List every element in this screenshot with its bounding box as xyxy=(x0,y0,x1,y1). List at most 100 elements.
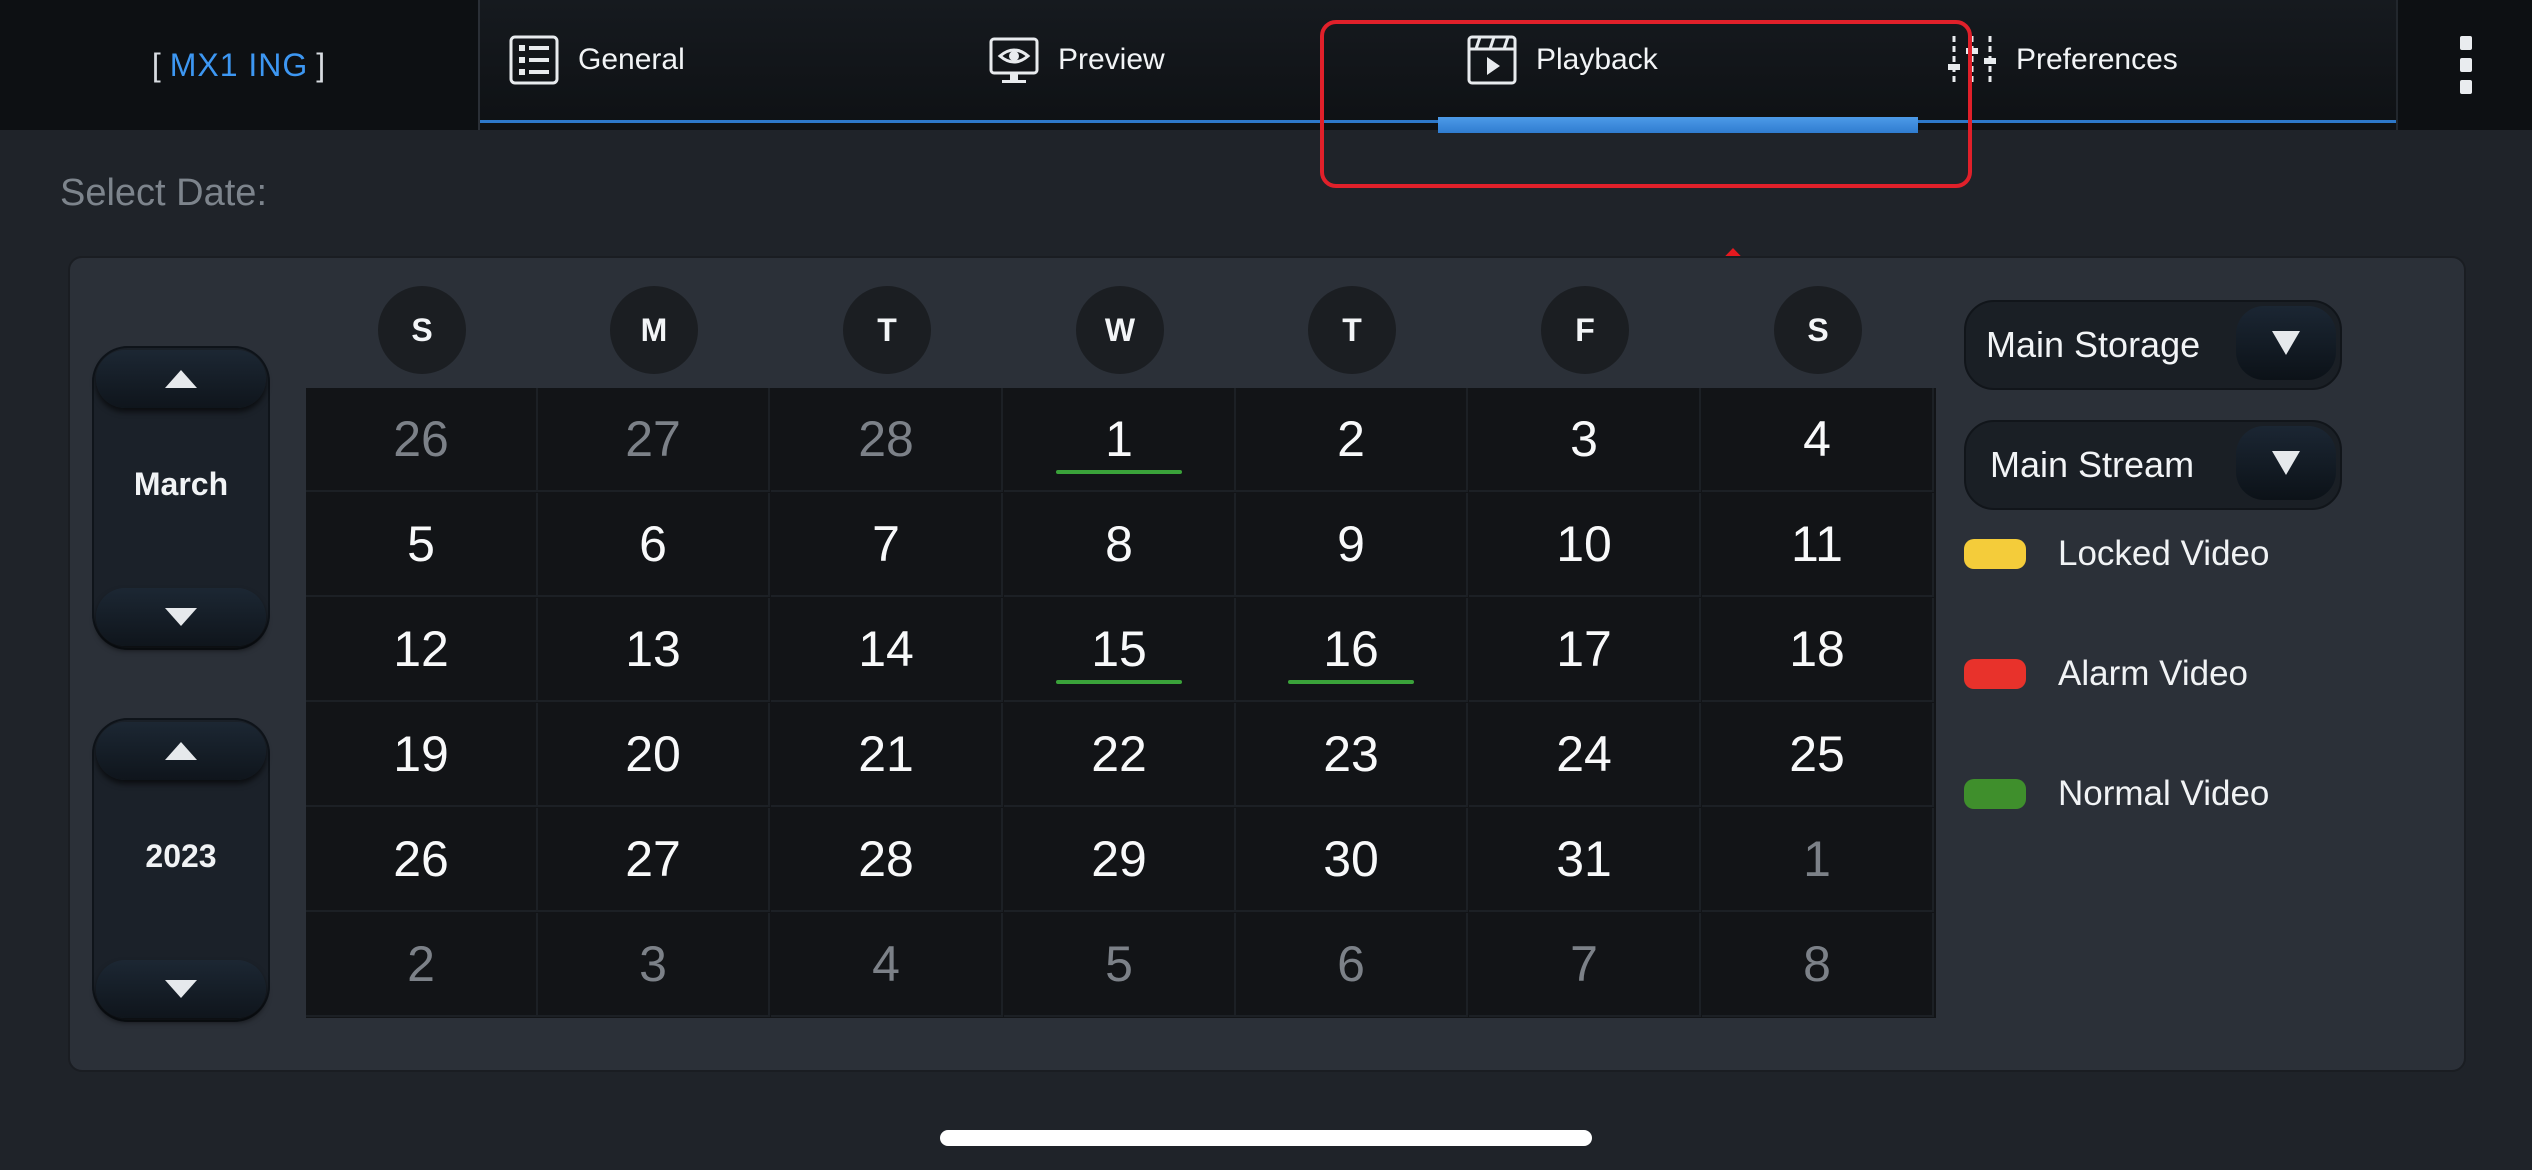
weekday-label: W xyxy=(1076,286,1164,374)
month-stepper: March xyxy=(92,346,270,650)
calendar-day-number: 10 xyxy=(1556,516,1612,572)
calendar-grid: 26 27 28 1 2 3 4 5 6 7 8 9 10 11 12 13 14 15 16 17 18 19 20 21 2… xyxy=(306,388,1936,1018)
chevron-down-icon xyxy=(165,608,197,626)
device-name[interactable]: [ MX1 ING ] xyxy=(0,0,480,130)
bracket-open: [ xyxy=(151,46,162,83)
calendar-day-number: 26 xyxy=(393,411,449,467)
calendar-day[interactable]: 19 xyxy=(306,703,538,807)
tab-general[interactable]: General xyxy=(508,0,685,120)
calendar-day[interactable]: 7 xyxy=(1469,913,1701,1017)
tab-preview[interactable]: Preview xyxy=(988,0,1165,120)
calendar-day[interactable]: 6 xyxy=(538,493,770,597)
calendar-day[interactable]: 26 xyxy=(306,808,538,912)
calendar-day-number: 5 xyxy=(1105,936,1133,992)
calendar-day[interactable]: 8 xyxy=(1702,913,1934,1017)
home-indicator xyxy=(940,1130,1592,1146)
calendar-day[interactable]: 3 xyxy=(538,913,770,1017)
calendar-day[interactable]: 4 xyxy=(771,913,1003,1017)
calendar-day-number: 22 xyxy=(1091,726,1147,782)
calendar-day-number: 29 xyxy=(1091,831,1147,887)
settings-grid-icon xyxy=(509,35,559,85)
calendar-day[interactable]: 27 xyxy=(538,808,770,912)
storage-dropdown-value: Main Storage xyxy=(1986,324,2201,365)
calendar-day[interactable]: 31 xyxy=(1469,808,1701,912)
calendar-day-number: 15 xyxy=(1091,621,1147,677)
calendar-day[interactable]: 15 xyxy=(1004,598,1236,702)
calendar-day[interactable]: 3 xyxy=(1469,388,1701,492)
year-stepper: 2023 xyxy=(92,718,270,1022)
calendar-day[interactable]: 10 xyxy=(1469,493,1701,597)
dropdown-arrow-icon[interactable] xyxy=(2236,306,2336,380)
calendar-day[interactable]: 17 xyxy=(1469,598,1701,702)
calendar-day[interactable]: 7 xyxy=(771,493,1003,597)
year-up-button[interactable] xyxy=(96,722,266,780)
calendar-day[interactable]: 16 xyxy=(1236,598,1468,702)
legend-label: Normal Video xyxy=(2058,774,2270,813)
calendar-day[interactable]: 13 xyxy=(538,598,770,702)
calendar-day[interactable]: 9 xyxy=(1236,493,1468,597)
weekday-label: M xyxy=(610,286,698,374)
calendar-day[interactable]: 4 xyxy=(1702,388,1934,492)
weekday-label: T xyxy=(843,286,931,374)
calendar-day[interactable]: 1 xyxy=(1004,388,1236,492)
calendar-day[interactable]: 22 xyxy=(1004,703,1236,807)
calendar-day[interactable]: 5 xyxy=(306,493,538,597)
calendar-day-number: 13 xyxy=(625,621,681,677)
legend-locked-video: Locked Video xyxy=(1964,534,2269,574)
tab-preferences[interactable]: Preferences xyxy=(1946,0,2178,120)
normal-video-marker xyxy=(1288,680,1414,684)
dropdown-arrow-icon[interactable] xyxy=(2236,426,2336,500)
calendar-day[interactable]: 23 xyxy=(1236,703,1468,807)
calendar-day[interactable]: 8 xyxy=(1004,493,1236,597)
calendar-day-number: 18 xyxy=(1789,621,1845,677)
stream-dropdown[interactable]: Main Stream xyxy=(1964,420,2342,510)
calendar-day-number: 4 xyxy=(1803,411,1831,467)
calendar-day-number: 26 xyxy=(393,831,449,887)
calendar-day[interactable]: 1 xyxy=(1702,808,1934,912)
calendar-day[interactable]: 27 xyxy=(538,388,770,492)
calendar-day-number: 1 xyxy=(1105,411,1133,467)
month-value: March xyxy=(133,466,229,502)
select-date-label: Select Date: xyxy=(60,172,267,214)
calendar-day-number: 20 xyxy=(625,726,681,782)
bracket-close: ] xyxy=(316,46,327,83)
normal-video-marker xyxy=(1056,680,1182,684)
year-down-button[interactable] xyxy=(96,960,266,1018)
calendar-day-number: 28 xyxy=(858,411,914,467)
weekday-label: S xyxy=(378,286,466,374)
calendar-day[interactable]: 24 xyxy=(1469,703,1701,807)
calendar-day[interactable]: 14 xyxy=(771,598,1003,702)
calendar-day[interactable]: 26 xyxy=(306,388,538,492)
calendar-day-number: 30 xyxy=(1323,831,1379,887)
calendar-day[interactable]: 20 xyxy=(538,703,770,807)
more-options-icon[interactable] xyxy=(2396,0,2532,130)
calendar-day[interactable]: 6 xyxy=(1236,913,1468,1017)
storage-dropdown[interactable]: Main Storage xyxy=(1964,300,2342,390)
calendar-day-number: 4 xyxy=(872,936,900,992)
calendar-day[interactable]: 25 xyxy=(1702,703,1934,807)
calendar-day[interactable]: 28 xyxy=(771,808,1003,912)
calendar-day-number: 14 xyxy=(858,621,914,677)
calendar-day-number: 27 xyxy=(625,831,681,887)
calendar-day[interactable]: 28 xyxy=(771,388,1003,492)
calendar-day[interactable]: 12 xyxy=(306,598,538,702)
chevron-up-icon xyxy=(165,370,197,388)
calendar-day[interactable]: 21 xyxy=(771,703,1003,807)
month-up-button[interactable] xyxy=(96,350,266,408)
legend-normal-video: Normal Video xyxy=(1964,774,2269,814)
calendar-day-number: 16 xyxy=(1323,621,1379,677)
calendar-day-number: 27 xyxy=(625,411,681,467)
tab-general-label: General xyxy=(578,43,685,76)
calendar-day[interactable]: 11 xyxy=(1702,493,1934,597)
calendar-day[interactable]: 2 xyxy=(1236,388,1468,492)
calendar-day[interactable]: 29 xyxy=(1004,808,1236,912)
calendar-day-number: 17 xyxy=(1556,621,1612,677)
calendar-day[interactable]: 18 xyxy=(1702,598,1934,702)
legend-swatch xyxy=(1964,539,2026,569)
calendar-day[interactable]: 30 xyxy=(1236,808,1468,912)
calendar-day[interactable]: 2 xyxy=(306,913,538,1017)
calendar-day[interactable]: 5 xyxy=(1004,913,1236,1017)
calendar-day-number: 2 xyxy=(407,936,435,992)
month-down-button[interactable] xyxy=(96,588,266,646)
calendar-day-number: 19 xyxy=(393,726,449,782)
